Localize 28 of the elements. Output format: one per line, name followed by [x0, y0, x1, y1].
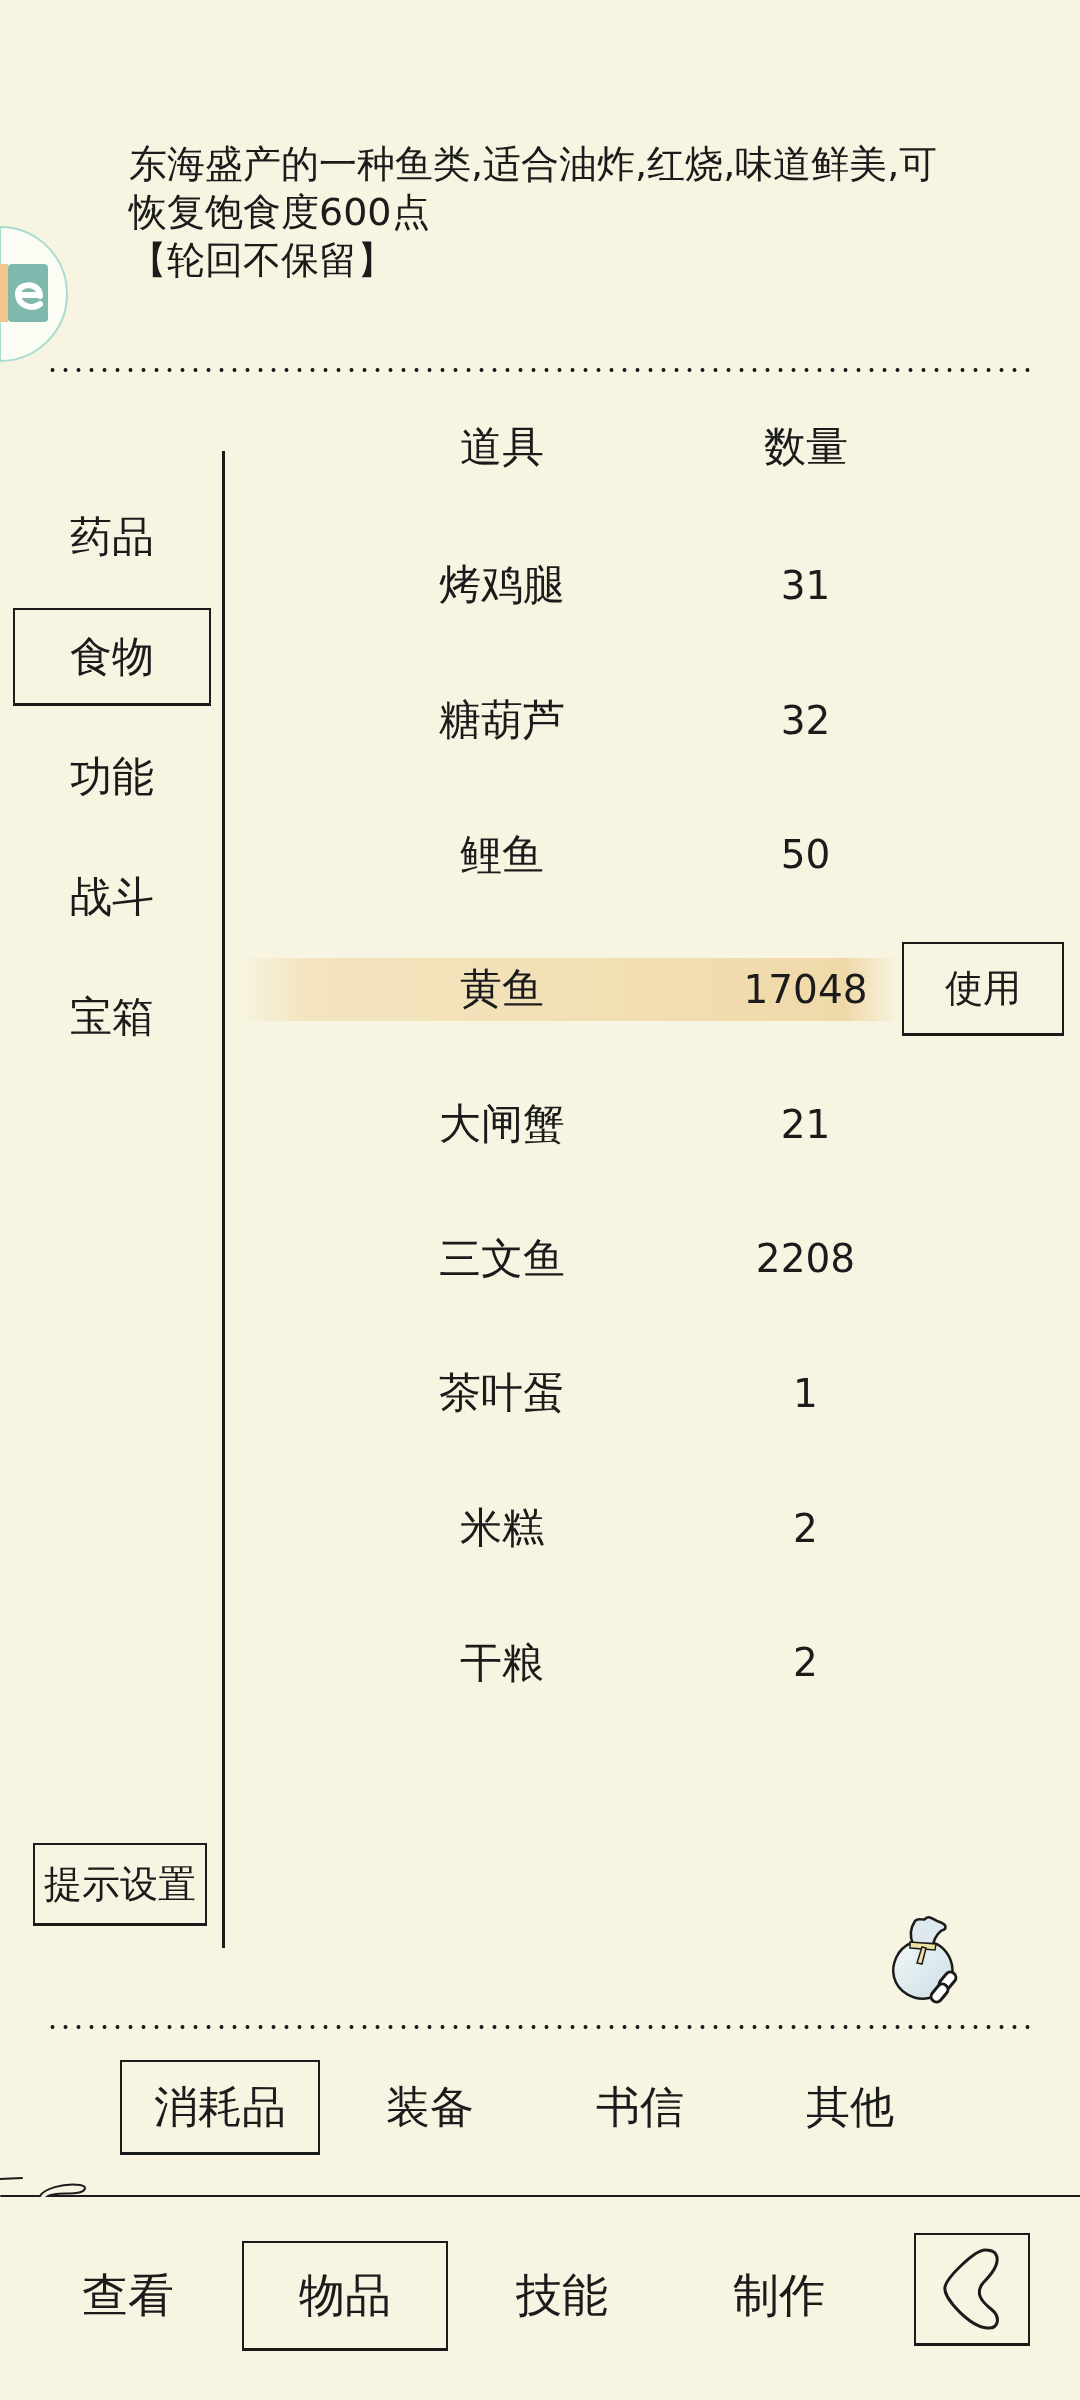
nav-tab[interactable]: 物品 [242, 2241, 448, 2351]
sidebar-item[interactable]: 宝箱 [13, 968, 211, 1066]
item-row[interactable]: 干粮 2 [240, 1631, 898, 1695]
nav-tab[interactable]: 制作 [676, 2241, 882, 2351]
item-row[interactable]: 三文鱼 2208 [240, 1227, 898, 1291]
sidebar-item[interactable]: 功能 [13, 728, 211, 826]
item-row[interactable]: 米糕 2 [240, 1496, 898, 1560]
category-tab[interactable]: 书信 [540, 2060, 740, 2155]
back-button[interactable] [914, 2233, 1030, 2346]
hint-settings-button[interactable]: 提示设置 [33, 1843, 207, 1926]
sidebar-item[interactable]: 药品 [13, 488, 211, 586]
item-row[interactable]: 大闸蟹 21 [240, 1092, 898, 1156]
column-header: 数量 [763, 421, 848, 473]
column-header: 道具 [459, 421, 544, 473]
nav-tab[interactable]: 查看 [25, 2241, 231, 2351]
item-row[interactable]: 糖葫芦 32 [240, 688, 898, 752]
item-description: 东海盛产的一种鱼类,适合油炸,红烧,味道鲜美,可恢复饱食度600点 [129, 141, 939, 236]
category-tab[interactable]: 消耗品 [120, 2060, 320, 2155]
sidebar-item[interactable]: 食物 [13, 608, 211, 706]
sidebar-item[interactable]: 战斗 [13, 848, 211, 946]
category-tab[interactable]: 装备 [330, 2060, 530, 2155]
item-row[interactable]: 茶叶蛋 1 [240, 1361, 898, 1425]
item-row[interactable]: 烤鸡腿 31 [240, 553, 898, 617]
item-row[interactable]: 鲤鱼 50 [240, 823, 898, 887]
nav-tab[interactable]: 技能 [459, 2241, 665, 2351]
use-button[interactable]: 使用 [901, 942, 1064, 1037]
category-tab[interactable]: 其他 [750, 2060, 950, 2155]
item-note: 【轮回不保留】 [129, 237, 396, 284]
